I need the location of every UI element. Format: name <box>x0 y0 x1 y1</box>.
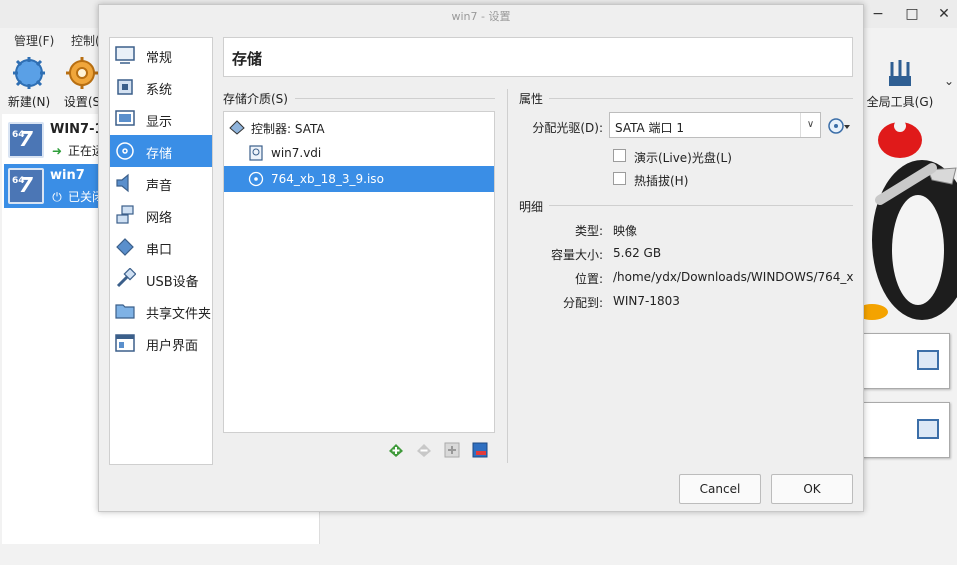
dialog-title: win7 - 设置 <box>451 10 511 23</box>
tree-item-optical[interactable]: 764_xb_18_3_9.iso <box>224 166 494 192</box>
info-type-value: 映像 <box>613 224 638 238</box>
vm-preview-panel[interactable] <box>862 333 950 389</box>
menu-manage[interactable]: 管理(F) <box>14 32 54 49</box>
hotplug-checkbox[interactable] <box>613 172 626 185</box>
display-icon <box>114 108 136 130</box>
live-cd-checkbox[interactable] <box>613 149 626 162</box>
optical-disc-icon <box>248 171 264 187</box>
tree-item-controller[interactable]: 控制器: SATA <box>224 114 494 140</box>
system-icon <box>114 76 136 98</box>
storage-media-label: 存储介质(S) <box>223 92 288 106</box>
windows7-os-icon: 64 7 <box>8 168 44 204</box>
optical-drive-select[interactable]: SATA 端口 1 ∨ <box>609 112 821 138</box>
running-arrow-icon: ➜ <box>51 144 63 158</box>
remove-attachment-icon[interactable] <box>471 441 491 459</box>
settings-gear-icon <box>66 57 98 89</box>
information-heading: 明细 <box>519 200 544 214</box>
toolbar-chevron-down-icon[interactable]: ⌄ <box>944 74 954 88</box>
nav-serial[interactable]: 串口 <box>110 231 212 263</box>
chevron-down-icon: ∨ <box>800 113 820 137</box>
shared-folder-icon <box>114 300 136 322</box>
nav-network[interactable]: 网络 <box>110 199 212 231</box>
ok-button[interactable]: OK <box>771 474 853 504</box>
hard-disk-icon <box>248 145 264 161</box>
settings-dialog: win7 - 设置 常规 系统 显示 存储 声音 网络 串口 USB设备 共享文… <box>98 4 864 512</box>
add-controller-icon[interactable] <box>387 441 407 459</box>
info-location-value: /home/ydx/Downloads/WINDOWS/764_x… <box>613 270 853 284</box>
close-button[interactable]: ✕ <box>934 4 954 24</box>
add-attachment-icon[interactable] <box>443 441 463 459</box>
nav-system[interactable]: 系统 <box>110 71 212 103</box>
info-location-label: 位置: <box>574 272 603 286</box>
info-type-label: 类型: <box>574 224 603 238</box>
new-vm-label: 新建(N) <box>7 95 51 109</box>
usb-icon <box>114 267 137 290</box>
page-title: 存储 <box>232 50 263 68</box>
power-off-icon: ⏻ <box>52 190 62 204</box>
tux-mascot-icon <box>860 120 957 320</box>
attributes-heading: 属性 <box>519 92 544 106</box>
audio-icon <box>114 172 136 194</box>
divider <box>295 98 495 99</box>
info-attached-value: WIN7-1803 <box>613 294 680 308</box>
windows7-os-icon: 64 7 <box>8 122 44 158</box>
storage-tree[interactable]: 控制器: SATA win7.vdi 764_xb_18_3_9.iso <box>223 111 495 433</box>
info-attached-label: 分配到: <box>562 296 603 310</box>
maximize-button[interactable]: □ <box>902 4 922 24</box>
global-tools-label: 全局工具(G) <box>866 95 934 109</box>
hotplug-label: 热插拔(H) <box>634 174 689 188</box>
vm-state: ⏻ 已关闭 <box>50 188 104 205</box>
vm-snapshot-panel[interactable] <box>862 402 950 458</box>
vm-name: win7 <box>50 168 85 183</box>
cancel-button[interactable]: Cancel <box>679 474 761 504</box>
menu-control[interactable]: 控制( <box>71 32 100 49</box>
pane-divider <box>507 89 508 463</box>
optical-drive-label: 分配光驱(D): <box>532 121 603 135</box>
camera-icon <box>917 419 939 439</box>
general-icon <box>114 44 136 66</box>
nav-display[interactable]: 显示 <box>110 103 212 135</box>
new-vm-icon <box>13 57 45 89</box>
network-icon <box>114 204 136 226</box>
nav-storage[interactable]: 存储 <box>110 135 212 167</box>
divider <box>549 205 853 206</box>
nav-user-interface[interactable]: 用户界面 <box>110 327 212 359</box>
info-size-value: 5.62 GB <box>613 246 662 260</box>
serial-icon <box>114 236 136 258</box>
info-size-label: 容量大小: <box>550 248 603 262</box>
minimize-button[interactable]: − <box>868 4 888 24</box>
nav-usb[interactable]: USB设备 <box>110 263 212 295</box>
page-header: 存储 <box>223 37 853 77</box>
live-cd-label: 演示(Live)光盘(L) <box>634 151 732 165</box>
storage-icon <box>114 140 136 162</box>
new-vm-button[interactable]: 新建(N) <box>4 54 54 112</box>
choose-disk-icon[interactable] <box>827 115 851 137</box>
tree-item-disk[interactable]: win7.vdi <box>224 140 494 166</box>
vm-state: ➜ 正在运 <box>51 144 105 158</box>
nav-general[interactable]: 常规 <box>110 39 212 71</box>
settings-sidebar: 常规 系统 显示 存储 声音 网络 串口 USB设备 共享文件夹 用户界面 <box>109 37 213 465</box>
monitor-icon <box>917 350 939 370</box>
remove-controller-icon[interactable] <box>415 441 435 459</box>
controller-icon <box>229 119 245 135</box>
global-tools-button[interactable]: 全局工具(G) <box>862 54 938 112</box>
user-interface-icon <box>114 332 136 354</box>
nav-shared-folders[interactable]: 共享文件夹 <box>110 295 212 327</box>
divider <box>549 98 853 99</box>
global-tools-icon <box>889 60 911 86</box>
nav-audio[interactable]: 声音 <box>110 167 212 199</box>
